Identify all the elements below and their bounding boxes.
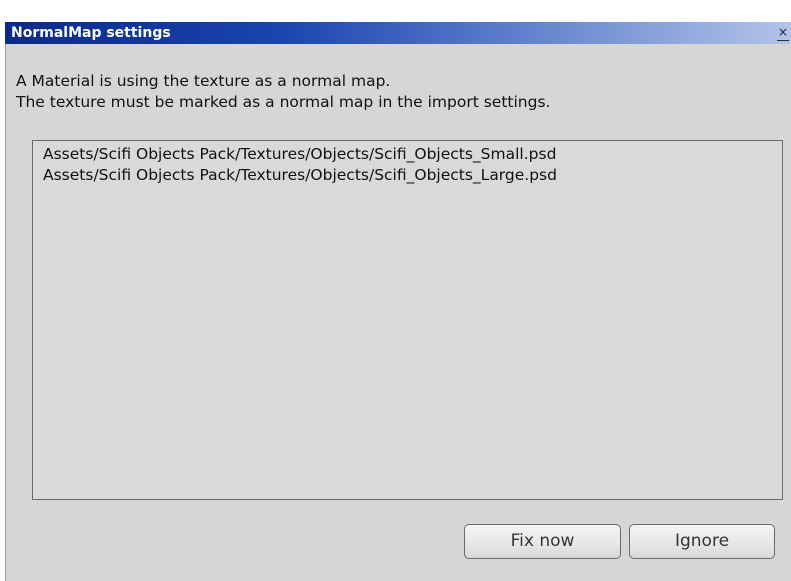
title-bar[interactable]: NormalMap settings × [5, 22, 791, 44]
close-icon[interactable]: × [777, 25, 789, 41]
asset-list[interactable]: Assets/Scifi Objects Pack/Textures/Objec… [32, 140, 783, 500]
dialog-message: A Material is using the texture as a nor… [16, 71, 550, 113]
message-line-1: A Material is using the texture as a nor… [16, 72, 391, 90]
ignore-button[interactable]: Ignore [629, 524, 775, 559]
message-line-2: The texture must be marked as a normal m… [16, 93, 551, 111]
fix-now-button[interactable]: Fix now [464, 524, 621, 559]
list-item[interactable]: Assets/Scifi Objects Pack/Textures/Objec… [43, 144, 782, 165]
list-item[interactable]: Assets/Scifi Objects Pack/Textures/Objec… [43, 165, 782, 186]
window-title: NormalMap settings [11, 25, 171, 41]
